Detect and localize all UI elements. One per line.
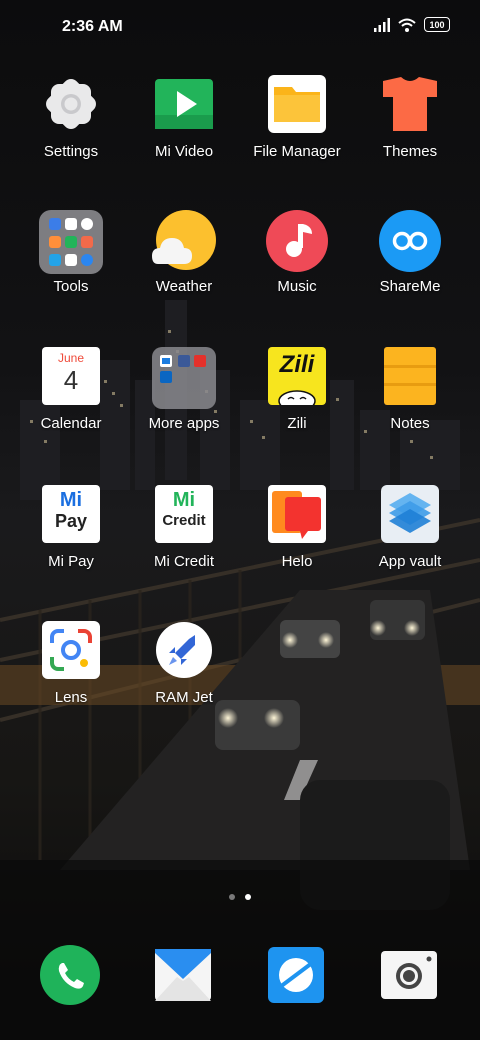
- app-lens[interactable]: Lens: [16, 621, 126, 706]
- mi-pay-icon: Mi Pay: [42, 485, 100, 543]
- app-label: RAM Jet: [155, 689, 213, 706]
- app-mi-pay[interactable]: Mi Pay Mi Pay: [16, 485, 126, 570]
- battery-icon: 100: [424, 17, 450, 32]
- wifi-icon: [398, 18, 416, 32]
- app-label: Mi Credit: [153, 553, 214, 570]
- app-shareme[interactable]: ShareMe: [355, 210, 465, 295]
- app-settings[interactable]: Settings: [16, 75, 126, 160]
- app-weather[interactable]: Weather: [129, 210, 239, 295]
- dock-messages[interactable]: [128, 945, 238, 1005]
- tshirt-icon: [381, 75, 439, 133]
- app-mi-credit[interactable]: Mi Credit Mi Credit: [129, 485, 239, 570]
- weather-icon: [152, 210, 216, 270]
- app-ram-jet[interactable]: RAM Jet: [129, 621, 239, 706]
- app-zili[interactable]: Zili Zili: [242, 347, 352, 432]
- zili-logo-text: Zili: [279, 351, 315, 378]
- app-file-manager[interactable]: File Manager: [242, 75, 352, 160]
- notes-icon: [381, 347, 439, 405]
- rocket-icon: [155, 621, 213, 679]
- more-apps-folder-icon: [152, 347, 216, 409]
- folder-icon: [268, 75, 326, 133]
- app-mi-video[interactable]: Mi Video: [129, 75, 239, 160]
- settings-icon: [42, 75, 100, 133]
- camera-icon: [379, 945, 439, 1005]
- app-label: Calendar: [40, 415, 102, 432]
- app-app-vault[interactable]: App vault: [355, 485, 465, 570]
- app-label: Zili: [287, 415, 307, 432]
- status-bar: 2:36 AM 100: [0, 0, 480, 56]
- app-label: Themes: [382, 143, 438, 160]
- app-label: Tools: [53, 278, 89, 295]
- micredit-bottom-text: Credit: [162, 512, 206, 529]
- shareme-icon: [379, 210, 441, 272]
- mi-credit-icon: Mi Credit: [155, 485, 213, 543]
- app-calendar[interactable]: June 4 Calendar: [16, 347, 126, 432]
- app-themes[interactable]: Themes: [355, 75, 465, 160]
- app-music[interactable]: Music: [242, 210, 352, 295]
- mipay-bottom-text: Pay: [54, 511, 88, 531]
- page-indicator: [0, 894, 480, 900]
- phone-icon: [40, 945, 100, 1005]
- app-helo[interactable]: Helo: [242, 485, 352, 570]
- micredit-top-text: Mi: [172, 489, 196, 511]
- dock: [0, 945, 480, 1005]
- mi-video-icon: [155, 75, 213, 133]
- status-time: 2:36 AM: [62, 18, 123, 35]
- app-label: Music: [277, 278, 317, 295]
- lens-icon: [42, 621, 100, 679]
- app-label: Lens: [54, 689, 88, 706]
- app-label: Mi Video: [154, 143, 214, 160]
- folder-tools[interactable]: Tools: [16, 210, 126, 295]
- app-label: Settings: [43, 143, 99, 160]
- calendar-month: June: [57, 351, 85, 365]
- music-icon: [266, 210, 328, 272]
- calendar-icon: June 4: [42, 347, 100, 405]
- page-dot-active[interactable]: [245, 894, 251, 900]
- dock-browser[interactable]: [241, 945, 351, 1005]
- folder-more-apps[interactable]: More apps: [129, 347, 239, 432]
- zili-icon: Zili: [268, 347, 326, 405]
- tools-folder-icon: [39, 210, 103, 274]
- dock-camera[interactable]: [354, 945, 464, 1005]
- dock-phone[interactable]: [15, 945, 125, 1005]
- app-label: Helo: [281, 553, 313, 570]
- helo-icon: [268, 485, 326, 543]
- app-label: Notes: [390, 415, 430, 432]
- app-label: Mi Pay: [48, 553, 94, 570]
- app-label: More apps: [148, 415, 220, 432]
- app-notes[interactable]: Notes: [355, 347, 465, 432]
- app-label: Weather: [155, 278, 213, 295]
- app-label: File Manager: [253, 143, 341, 160]
- calendar-day: 4: [63, 365, 79, 395]
- app-label: App vault: [378, 553, 442, 570]
- app-vault-icon: [381, 485, 439, 543]
- signal-icon: [374, 17, 390, 32]
- messages-icon: [153, 945, 213, 1005]
- mipay-top-text: Mi: [59, 489, 83, 511]
- browser-icon: [266, 945, 326, 1005]
- page-dot[interactable]: [229, 894, 235, 900]
- app-label: ShareMe: [379, 278, 441, 295]
